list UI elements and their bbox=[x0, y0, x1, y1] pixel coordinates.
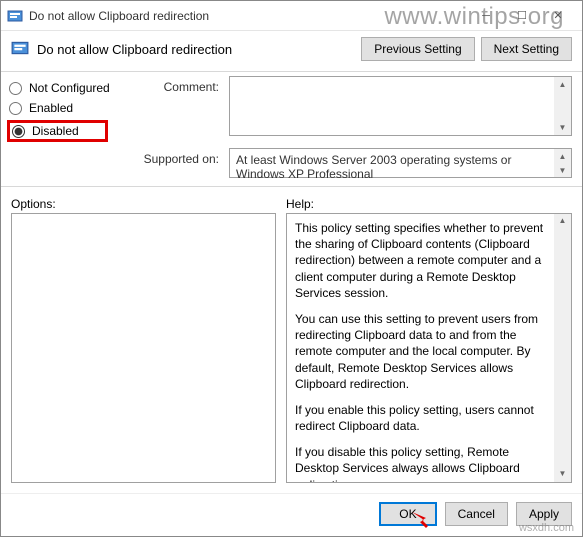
comment-textarea[interactable]: ▲ ▼ bbox=[229, 76, 572, 136]
divider bbox=[1, 186, 582, 187]
header-row: Do not allow Clipboard redirection Previ… bbox=[1, 31, 582, 65]
titlebar: Do not allow Clipboard redirection ─ ☐ ✕ bbox=[1, 1, 582, 31]
help-paragraph: If you enable this policy setting, users… bbox=[295, 402, 551, 434]
close-button[interactable]: ✕ bbox=[540, 5, 576, 27]
scroll-down-icon[interactable]: ▼ bbox=[554, 163, 571, 177]
help-pane[interactable]: This policy setting specifies whether to… bbox=[286, 213, 572, 483]
policy-icon bbox=[11, 39, 29, 60]
options-label: Options: bbox=[11, 197, 276, 211]
radio-label: Disabled bbox=[32, 124, 79, 138]
window-title: Do not allow Clipboard redirection bbox=[29, 9, 468, 23]
dialog-footer: OK Cancel Apply bbox=[1, 493, 582, 536]
radio-disabled[interactable]: Disabled bbox=[12, 124, 79, 138]
radio-label: Not Configured bbox=[29, 81, 110, 95]
state-radio-group: Not Configured Enabled Disabled bbox=[7, 76, 127, 142]
help-paragraph: If you disable this policy setting, Remo… bbox=[295, 444, 551, 483]
radio-enabled[interactable]: Enabled bbox=[7, 98, 127, 118]
scroll-up-icon[interactable]: ▲ bbox=[554, 149, 571, 163]
scrollbar[interactable]: ▲ ▼ bbox=[554, 214, 571, 482]
supported-on-field: At least Windows Server 2003 operating s… bbox=[229, 148, 572, 178]
highlight-box: Disabled bbox=[7, 120, 108, 142]
policy-icon bbox=[7, 8, 23, 24]
ok-button[interactable]: OK bbox=[379, 502, 436, 526]
divider bbox=[1, 71, 582, 72]
supported-label: Supported on: bbox=[137, 148, 219, 178]
help-paragraph: You can use this setting to prevent user… bbox=[295, 311, 551, 392]
maximize-button[interactable]: ☐ bbox=[504, 5, 540, 27]
scroll-down-icon[interactable]: ▼ bbox=[554, 120, 571, 135]
scroll-up-icon[interactable]: ▲ bbox=[554, 214, 571, 229]
scroll-up-icon[interactable]: ▲ bbox=[554, 77, 571, 92]
minimize-button[interactable]: ─ bbox=[468, 5, 504, 27]
radio-not-configured[interactable]: Not Configured bbox=[7, 78, 127, 98]
comment-label: Comment: bbox=[137, 76, 219, 142]
scroll-down-icon[interactable]: ▼ bbox=[554, 467, 571, 482]
scrollbar[interactable]: ▲ ▼ bbox=[554, 77, 571, 135]
help-paragraph: This policy setting specifies whether to… bbox=[295, 220, 551, 301]
scrollbar[interactable]: ▲ ▼ bbox=[554, 149, 571, 177]
next-setting-button[interactable]: Next Setting bbox=[481, 37, 572, 61]
previous-setting-button[interactable]: Previous Setting bbox=[361, 37, 474, 61]
options-pane bbox=[11, 213, 276, 483]
apply-button[interactable]: Apply bbox=[516, 502, 572, 526]
policy-name: Do not allow Clipboard redirection bbox=[37, 42, 361, 57]
help-label: Help: bbox=[286, 197, 314, 211]
supported-on-value: At least Windows Server 2003 operating s… bbox=[236, 153, 511, 181]
radio-label: Enabled bbox=[29, 101, 73, 115]
cancel-button[interactable]: Cancel bbox=[445, 502, 508, 526]
